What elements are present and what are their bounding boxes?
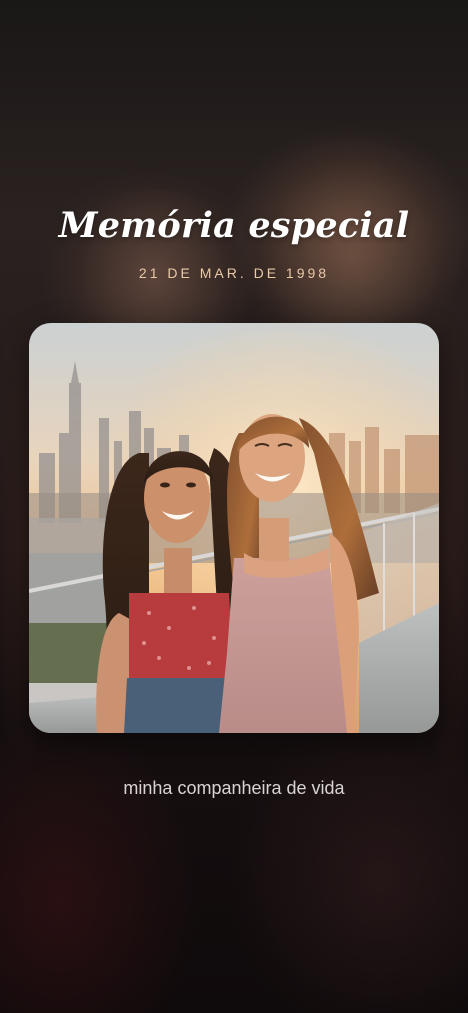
memory-caption: minha companheira de vida bbox=[123, 778, 345, 798]
memory-date: 21 DE MAR. DE 1998 bbox=[138, 265, 330, 281]
memory-title: Memória especial bbox=[58, 205, 410, 246]
memory-photo[interactable] bbox=[29, 323, 439, 733]
photo-illustration bbox=[29, 323, 439, 733]
memory-screen: Memória especial 21 DE MAR. DE 1998 minh… bbox=[0, 0, 468, 1013]
